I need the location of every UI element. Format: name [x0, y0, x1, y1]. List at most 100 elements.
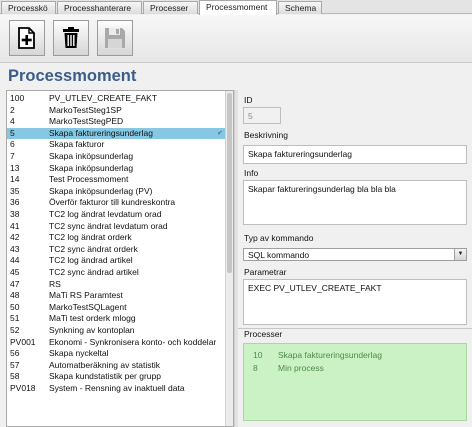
description-field[interactable]: Skapa faktureringsunderlag	[243, 145, 467, 164]
process-item[interactable]: 10 Skapa faktureringsunderlag	[244, 349, 464, 362]
list-item-name: TC2 sync ändrat orderk	[49, 243, 138, 254]
list-item[interactable]: PV018 System - Rensning av inaktuell data	[7, 383, 226, 395]
list-item[interactable]: 42 TC2 log ändrat orderk	[7, 232, 226, 244]
list-item-name: Skapa kundstatistik per grupp	[49, 371, 161, 382]
list-item[interactable]: 52 Synkning av kontoplan	[7, 325, 226, 337]
list-item-id: 2	[10, 104, 15, 115]
list-item-id: PV001	[10, 336, 36, 347]
tab-processhanterare[interactable]: Processhanterare	[57, 1, 142, 14]
list-item-name: Automatberäkning av statistik	[49, 359, 161, 370]
params-field[interactable]: EXEC PV_UTLEV_CREATE_FAKT	[243, 279, 467, 325]
list-item-name: Ekonomi - Synkronisera konto- och koddel…	[49, 336, 217, 347]
list-item-id: 58	[10, 371, 20, 382]
list-item-id: 38	[10, 209, 20, 219]
list-item[interactable]: 43 TC2 sync ändrat orderk	[7, 244, 226, 256]
list-item[interactable]: 45 TC2 sync ändrad artikel	[7, 267, 226, 279]
list-item-id: 41	[10, 220, 20, 231]
list-item-name: Skapa inköpsunderlag	[49, 162, 134, 173]
list-item-name: RS	[49, 278, 61, 289]
list-item[interactable]: 4 MarkoTestStegPED	[7, 116, 226, 128]
list-item[interactable]: 2 MarkoTestSteg1SP	[7, 105, 226, 117]
tab-processmoment[interactable]: Processmoment	[199, 0, 277, 15]
command-type-label: Typ av kommando	[244, 233, 314, 243]
list-item-id: PV018	[10, 383, 36, 393]
tab-processko[interactable]: Processkö	[1, 1, 56, 14]
list-item[interactable]: 57 Automatberäkning av statistik	[7, 360, 226, 372]
list-item[interactable]: 35 Skapa inköpsunderlag (PV)	[7, 186, 226, 198]
list-item-name: MaTi RS Paramtest	[49, 290, 123, 301]
id-label: ID	[244, 95, 253, 105]
list-item-name: TC2 log ändrad artikel	[49, 255, 133, 266]
process-item-name: Skapa faktureringsunderlag	[278, 350, 382, 360]
list-item[interactable]: 13 Skapa inköpsunderlag	[7, 163, 226, 175]
list-item[interactable]: 7 Skapa inköpsunderlag	[7, 151, 226, 163]
list-item[interactable]: 41 TC2 sync ändrat levdatum orad	[7, 221, 226, 233]
add-button[interactable]	[9, 20, 45, 56]
list-item-id: 5	[10, 127, 15, 138]
id-field: 5	[243, 107, 281, 124]
list-item-name: Skapa faktureringsunderlag	[49, 127, 153, 138]
tab-processer[interactable]: Processer	[143, 1, 198, 14]
process-item-name: Min process	[278, 363, 324, 373]
list-item[interactable]: 47 RS	[7, 279, 226, 291]
tab-schema[interactable]: Schema	[278, 1, 322, 14]
processes-list[interactable]: 10 Skapa faktureringsunderlag 8 Min process	[243, 343, 467, 421]
command-type-select[interactable]: SQL kommando ▼	[243, 248, 467, 261]
list-item-id: 45	[10, 267, 20, 277]
list-item[interactable]: 58 Skapa kundstatistik per grupp	[7, 371, 226, 383]
list-item-name: Skapa inköpsunderlag	[49, 151, 134, 161]
list-item-name: Skapa fakturor	[49, 139, 105, 150]
list-item-name: PV_UTLEV_CREATE_FAKT	[49, 93, 158, 103]
processes-title: Processer	[244, 329, 283, 339]
list-item-id: 52	[10, 325, 20, 335]
list-scrollbar[interactable]	[225, 91, 233, 426]
list-item[interactable]: 5 Skapa faktureringsunderlag	[7, 127, 226, 140]
list-item[interactable]: 56 Skapa nyckeltal	[7, 348, 226, 360]
tab-bar: Processkö Processhanterare Processer Pro…	[0, 0, 472, 15]
list-item[interactable]: PV001 Ekonomi - Synkronisera konto- och k…	[7, 337, 226, 349]
list-item-id: 42	[10, 232, 20, 243]
list-item-id: 48	[10, 290, 20, 301]
page-title: Processmoment	[8, 67, 137, 85]
list-item[interactable]: 51 MaTi test orderk mlogg	[7, 313, 226, 325]
save-button[interactable]	[97, 20, 133, 56]
list-item[interactable]: 14 Test Processmoment	[7, 174, 226, 186]
description-label: Beskrivning	[244, 130, 288, 140]
list-item[interactable]: 6 Skapa fakturor	[7, 139, 226, 151]
list-item-id: 51	[10, 313, 20, 324]
list-item-id: 36	[10, 197, 20, 208]
list-item-id: 7	[10, 151, 15, 161]
list-item[interactable]: 100 PV_UTLEV_CREATE_FAKT	[7, 93, 226, 105]
list-item-name: MarkoTestSteg1SP	[49, 104, 122, 115]
list-item[interactable]: 44 TC2 log ändrad artikel	[7, 255, 226, 267]
list-item-name: System - Rensning av inaktuell data	[49, 383, 185, 393]
list-item-id: 43	[10, 243, 20, 254]
list-item-name: MarkoTestStegPED	[49, 116, 124, 127]
list-item-id: 100	[10, 93, 25, 103]
process-item[interactable]: 8 Min process	[244, 362, 464, 375]
list-item-id: 44	[10, 255, 20, 266]
list-item-id: 50	[10, 301, 20, 312]
scrollbar-thumb[interactable]	[227, 93, 232, 273]
process-item-id: 10	[253, 350, 263, 360]
list-item-id: 13	[10, 162, 20, 173]
list-item-name: TC2 log ändrat levdatum orad	[49, 209, 162, 219]
chevron-down-icon[interactable]: ▼	[454, 249, 466, 260]
toolbar	[0, 15, 472, 63]
list-item-id: 6	[10, 139, 15, 150]
list-item-name: Skapa nyckeltal	[49, 348, 109, 359]
add-document-icon	[18, 27, 35, 49]
process-item-id: 8	[253, 363, 258, 373]
list-item-id: 14	[10, 174, 20, 185]
delete-button[interactable]	[53, 20, 89, 56]
list-item-id: 57	[10, 359, 20, 370]
list-item-id: 47	[10, 278, 20, 289]
list-item[interactable]: 36 Överför fakturor till kundreskontra	[7, 197, 226, 209]
list-item[interactable]: 50 MarkoTestSQLagent	[7, 302, 226, 314]
list-item[interactable]: 48 MaTi RS Paramtest	[7, 290, 226, 302]
info-field[interactable]: Skapar faktureringsunderlag bla bla bla	[243, 180, 467, 225]
save-icon	[105, 28, 125, 48]
list-item[interactable]: 38 TC2 log ändrat levdatum orad	[7, 209, 226, 221]
list-item-id: 4	[10, 116, 15, 127]
processmoment-list[interactable]: 100 PV_UTLEV_CREATE_FAKT 2 MarkoTestSteg1SP…	[6, 90, 234, 427]
